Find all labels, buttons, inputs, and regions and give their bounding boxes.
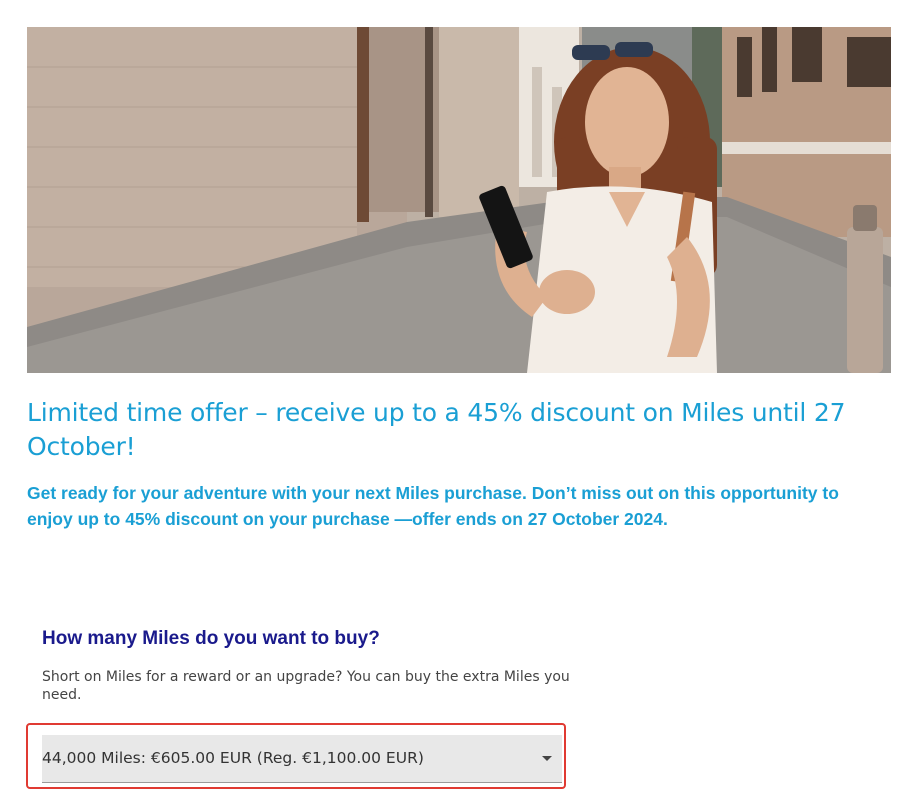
offer-headline: Limited time offer – receive up to a 45%… bbox=[27, 398, 846, 461]
buy-miles-description: Short on Miles for a reward or an upgrad… bbox=[42, 669, 570, 703]
buy-miles-title: How many Miles do you want to buy? bbox=[42, 628, 380, 649]
chevron-down-icon bbox=[542, 756, 552, 761]
hero-illustration bbox=[27, 27, 891, 373]
miles-amount-selected-value: 44,000 Miles: €605.00 EUR (Reg. €1,100.0… bbox=[42, 749, 424, 767]
offer-description: Get ready for your adventure with your n… bbox=[27, 483, 839, 529]
miles-amount-select[interactable]: 44,000 Miles: €605.00 EUR (Reg. €1,100.0… bbox=[42, 735, 562, 783]
hero-image bbox=[27, 27, 891, 373]
